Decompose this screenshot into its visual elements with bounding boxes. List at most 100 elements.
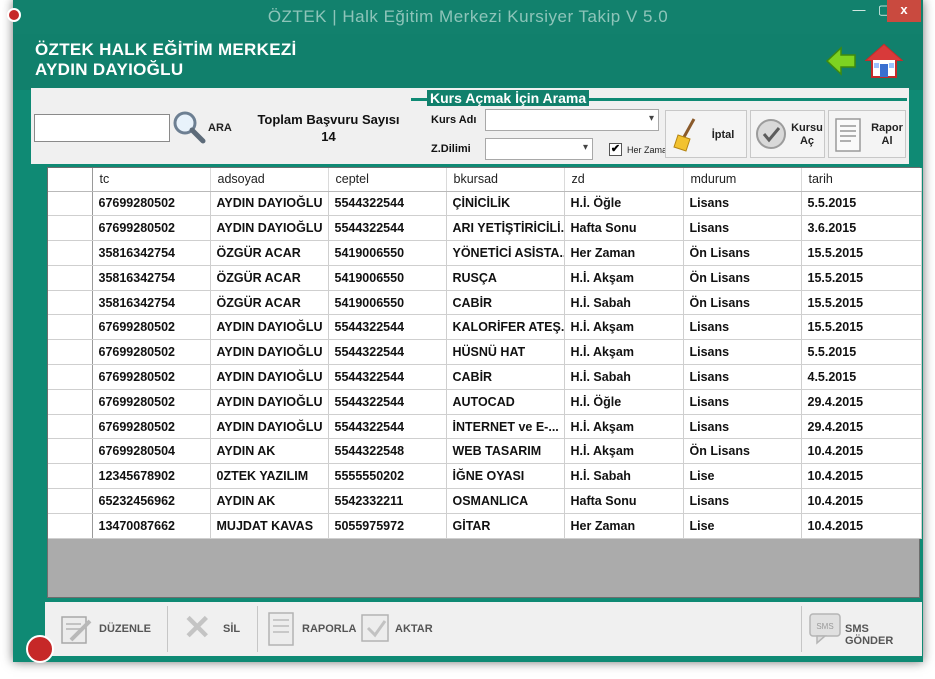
- table-cell-tarih[interactable]: 5.5.2015: [801, 191, 922, 217]
- table-cell-bkursad[interactable]: WEB TASARIM: [446, 438, 565, 465]
- table-cell-ceptel[interactable]: 5055975972: [328, 513, 447, 539]
- row-header[interactable]: [48, 463, 93, 490]
- table-row[interactable]: 65232456962 AYDIN AK 5542332211 OSMANLICA Ha…: [48, 488, 922, 514]
- table-row[interactable]: 67699280502 AYDIN DAYIOĞLU 5544322544 AUTOC…: [48, 389, 922, 415]
- column-header[interactable]: ceptel: [328, 168, 447, 192]
- table-cell-tc[interactable]: 67699280502: [92, 215, 211, 242]
- table-cell-zd[interactable]: H.İ. Akşam: [564, 339, 684, 366]
- table-cell-tc[interactable]: 67699280502: [92, 364, 211, 390]
- row-header[interactable]: [48, 438, 93, 465]
- table-cell-ceptel[interactable]: 5419006550: [328, 265, 447, 291]
- table-cell-ceptel[interactable]: 5544322548: [328, 438, 447, 465]
- table-cell-bkursad[interactable]: CABİR: [446, 364, 565, 390]
- applications-grid[interactable]: tc adsoyad ceptel bkursad zd mdurum tari…: [47, 167, 922, 598]
- table-cell-bkursad[interactable]: AUTOCAD: [446, 389, 565, 415]
- delete-button[interactable]: ✕ SİL: [179, 602, 259, 656]
- table-cell-tarih[interactable]: 29.4.2015: [801, 389, 922, 415]
- back-arrow-icon[interactable]: [825, 46, 857, 76]
- tc-search-input[interactable]: [34, 114, 170, 142]
- row-header[interactable]: [48, 339, 93, 366]
- column-header[interactable]: tc: [92, 168, 211, 192]
- row-header[interactable]: [48, 290, 93, 316]
- table-cell-mdurum[interactable]: Lisans: [683, 215, 802, 242]
- table-cell-mdurum[interactable]: Lisans: [683, 191, 802, 217]
- table-cell-adsoyad[interactable]: AYDIN DAYIOĞLU: [210, 364, 329, 390]
- table-cell-tc[interactable]: 67699280502: [92, 414, 211, 440]
- table-row[interactable]: 13470087662 MUJDAT KAVAS 5055975972 GİTAR He…: [48, 513, 922, 539]
- table-cell-zd[interactable]: H.İ. Sabah: [564, 290, 684, 316]
- column-header[interactable]: zd: [564, 168, 684, 192]
- table-cell-mdurum[interactable]: Lisans: [683, 389, 802, 415]
- table-cell-zd[interactable]: H.İ. Akşam: [564, 265, 684, 291]
- table-cell-bkursad[interactable]: İĞNE OYASI: [446, 463, 565, 490]
- row-header[interactable]: [48, 414, 93, 440]
- table-cell-bkursad[interactable]: YÖNETİCİ ASİSTA...: [446, 240, 565, 266]
- table-cell-mdurum[interactable]: Ön Lisans: [683, 438, 802, 465]
- table-cell-adsoyad[interactable]: AYDIN DAYIOĞLU: [210, 389, 329, 415]
- table-cell-tarih[interactable]: 29.4.2015: [801, 414, 922, 440]
- row-header[interactable]: [48, 191, 93, 217]
- table-cell-adsoyad[interactable]: MUJDAT KAVAS: [210, 513, 329, 539]
- table-cell-zd[interactable]: H.İ. Akşam: [564, 414, 684, 440]
- transfer-button[interactable]: AKTAR: [355, 602, 435, 656]
- home-icon[interactable]: [865, 42, 903, 80]
- table-cell-zd[interactable]: Her Zaman: [564, 240, 684, 266]
- table-cell-zd[interactable]: H.İ. Akşam: [564, 438, 684, 465]
- table-cell-zd[interactable]: Her Zaman: [564, 513, 684, 539]
- table-cell-ceptel[interactable]: 5555550202: [328, 463, 447, 490]
- report-export-button[interactable]: RAPORLA: [261, 602, 356, 656]
- table-cell-bkursad[interactable]: ÇİNİCİLİK: [446, 191, 565, 217]
- table-cell-ceptel[interactable]: 5419006550: [328, 290, 447, 316]
- table-cell-tc[interactable]: 35816342754: [92, 265, 211, 291]
- search-button-label[interactable]: ARA: [208, 122, 232, 134]
- table-cell-adsoyad[interactable]: AYDIN DAYIOĞLU: [210, 414, 329, 440]
- cancel-button[interactable]: İptal: [665, 110, 747, 158]
- table-cell-adsoyad[interactable]: AYDIN DAYIOĞLU: [210, 339, 329, 366]
- table-cell-mdurum[interactable]: Lise: [683, 513, 802, 539]
- table-cell-bkursad[interactable]: CABİR: [446, 290, 565, 316]
- column-header[interactable]: bkursad: [446, 168, 565, 192]
- table-cell-adsoyad[interactable]: ÖZGÜR ACAR: [210, 240, 329, 266]
- table-cell-mdurum[interactable]: Lisans: [683, 339, 802, 366]
- row-header[interactable]: [48, 240, 93, 266]
- table-cell-tarih[interactable]: 10.4.2015: [801, 488, 922, 514]
- table-cell-mdurum[interactable]: Lisans: [683, 364, 802, 390]
- table-cell-zd[interactable]: Hafta Sonu: [564, 488, 684, 514]
- table-cell-mdurum[interactable]: Ön Lisans: [683, 240, 802, 266]
- table-cell-bkursad[interactable]: ARI YETİŞTİRİCİLİ...: [446, 215, 565, 242]
- table-row[interactable]: 67699280502 AYDIN DAYIOĞLU 5544322544 ÇİNİC…: [48, 191, 922, 217]
- table-cell-ceptel[interactable]: 5542332211: [328, 488, 447, 514]
- row-header[interactable]: [48, 389, 93, 415]
- table-row[interactable]: 67699280502 AYDIN DAYIOĞLU 5544322544 CABİR…: [48, 364, 922, 390]
- table-cell-adsoyad[interactable]: AYDIN DAYIOĞLU: [210, 215, 329, 242]
- table-cell-adsoyad[interactable]: AYDIN DAYIOĞLU: [210, 314, 329, 341]
- table-cell-ceptel[interactable]: 5544322544: [328, 414, 447, 440]
- column-header[interactable]: mdurum: [683, 168, 802, 192]
- table-cell-tc[interactable]: 12345678902: [92, 463, 211, 490]
- table-cell-bkursad[interactable]: HÜSNÜ HAT: [446, 339, 565, 366]
- close-button[interactable]: x: [887, 0, 921, 22]
- course-name-select[interactable]: ▾: [485, 109, 659, 131]
- table-cell-ceptel[interactable]: 5544322544: [328, 389, 447, 415]
- table-cell-mdurum[interactable]: Lise: [683, 463, 802, 490]
- table-cell-tc[interactable]: 35816342754: [92, 240, 211, 266]
- table-row[interactable]: 12345678902 0ZTEK YAZILIM 5555550202 İĞNE O…: [48, 463, 922, 490]
- table-cell-adsoyad[interactable]: ÖZGÜR ACAR: [210, 265, 329, 291]
- table-cell-zd[interactable]: H.İ. Sabah: [564, 463, 684, 490]
- table-row[interactable]: 67699280504 AYDIN AK 5544322548 WEB TASARIM…: [48, 438, 922, 465]
- table-cell-ceptel[interactable]: 5544322544: [328, 364, 447, 390]
- table-cell-ceptel[interactable]: 5544322544: [328, 314, 447, 341]
- table-cell-bkursad[interactable]: KALORİFER ATEŞ...: [446, 314, 565, 341]
- table-cell-adsoyad[interactable]: ÖZGÜR ACAR: [210, 290, 329, 316]
- table-cell-adsoyad[interactable]: AYDIN AK: [210, 488, 329, 514]
- column-header[interactable]: adsoyad: [210, 168, 329, 192]
- table-cell-tarih[interactable]: 15.5.2015: [801, 314, 922, 341]
- title-bar[interactable]: ÖZTEK | Halk Eğitim Merkezi Kursiyer Tak…: [7, 0, 923, 34]
- table-cell-bkursad[interactable]: İNTERNET ve E-...: [446, 414, 565, 440]
- table-cell-tarih[interactable]: 15.5.2015: [801, 240, 922, 266]
- table-cell-bkursad[interactable]: GİTAR: [446, 513, 565, 539]
- table-cell-tc[interactable]: 67699280502: [92, 389, 211, 415]
- table-cell-ceptel[interactable]: 5544322544: [328, 191, 447, 217]
- table-row[interactable]: 35816342754 ÖZGÜR ACAR 5419006550 CABİR H.İ.…: [48, 290, 922, 316]
- table-cell-bkursad[interactable]: OSMANLICA: [446, 488, 565, 514]
